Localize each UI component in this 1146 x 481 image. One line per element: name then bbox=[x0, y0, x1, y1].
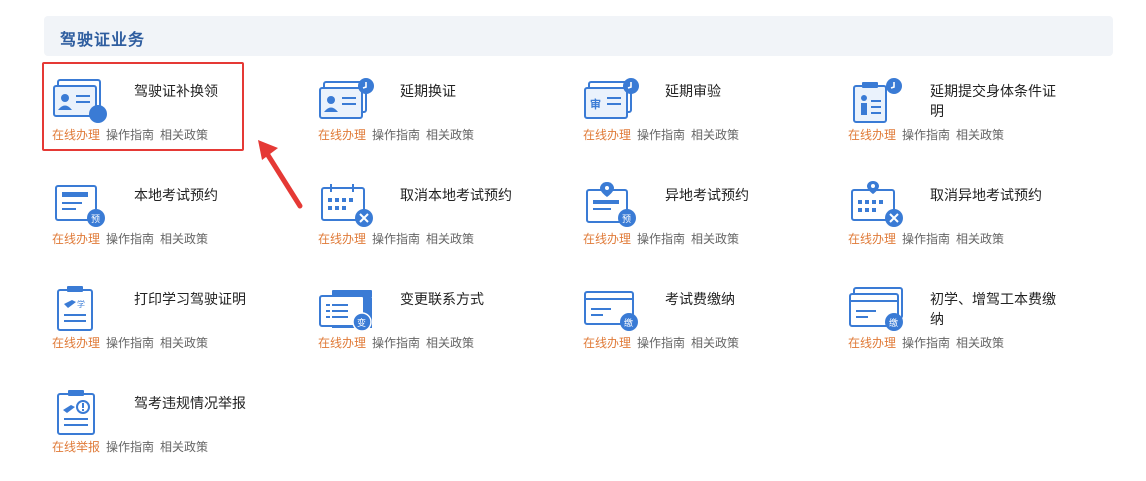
svg-text:预: 预 bbox=[91, 214, 100, 225]
service-links: 在线办理 操作指南 相关政策 bbox=[583, 126, 745, 143]
service-links: 在线办理 操作指南 相关政策 bbox=[583, 230, 745, 247]
policy-link[interactable]: 相关政策 bbox=[426, 128, 474, 142]
service-links: 在线办理 操作指南 相关政策 bbox=[848, 334, 1010, 351]
service-card-cancel-remote-exam[interactable]: 取消异地考试预约 在线办理 操作指南 相关政策 bbox=[840, 166, 1060, 256]
service-card-extend-health-proof[interactable]: 延期提交身体条件证明 在线办理 操作指南 相关政策 bbox=[840, 62, 1060, 152]
guide-link[interactable]: 操作指南 bbox=[902, 336, 950, 350]
policy-link[interactable]: 相关政策 bbox=[160, 232, 208, 246]
service-links: 在线办理 操作指南 相关政策 bbox=[848, 126, 1010, 143]
online-handle-link[interactable]: 在线办理 bbox=[848, 336, 896, 350]
online-handle-link[interactable]: 在线办理 bbox=[318, 336, 366, 350]
svg-text:学: 学 bbox=[77, 299, 85, 309]
service-card-change-contact[interactable]: 变 变更联系方式 在线办理 操作指南 相关政策 bbox=[310, 270, 530, 360]
online-handle-link[interactable]: 在线办理 bbox=[848, 232, 896, 246]
service-card-cost-fee[interactable]: 缴 初学、增驾工本费缴纳 在线办理 操作指南 相关政策 bbox=[840, 270, 1060, 360]
online-handle-link[interactable]: 在线办理 bbox=[318, 232, 366, 246]
guide-link[interactable]: 操作指南 bbox=[106, 232, 154, 246]
exam-booking-icon: 预 bbox=[52, 180, 108, 228]
violation-report-icon bbox=[52, 388, 108, 436]
guide-link[interactable]: 操作指南 bbox=[372, 232, 420, 246]
service-links: 在线办理 操作指南 相关政策 bbox=[52, 334, 214, 351]
contact-change-icon: 变 bbox=[318, 284, 374, 332]
highlight-box bbox=[42, 62, 244, 151]
calendar-cancel-icon bbox=[318, 180, 374, 228]
service-links: 在线办理 操作指南 相关政策 bbox=[318, 334, 480, 351]
svg-text:预: 预 bbox=[622, 214, 631, 225]
guide-link[interactable]: 操作指南 bbox=[372, 128, 420, 142]
guide-link[interactable]: 操作指南 bbox=[902, 232, 950, 246]
policy-link[interactable]: 相关政策 bbox=[160, 336, 208, 350]
service-links: 在线办理 操作指南 相关政策 bbox=[318, 126, 480, 143]
service-links: 在线办理 操作指南 相关政策 bbox=[52, 230, 214, 247]
svg-text:审: 审 bbox=[590, 97, 601, 111]
service-title: 取消异地考试预约 bbox=[930, 188, 1042, 204]
service-title: 延期换证 bbox=[400, 84, 456, 100]
service-title: 本地考试预约 bbox=[134, 188, 218, 204]
guide-link[interactable]: 操作指南 bbox=[902, 128, 950, 142]
svg-text:变: 变 bbox=[357, 317, 366, 329]
service-links: 在线办理 操作指南 相关政策 bbox=[318, 230, 480, 247]
service-title: 延期审验 bbox=[665, 84, 721, 100]
service-card-extend-review[interactable]: 审 延期审验 在线办理 操作指南 相关政策 bbox=[575, 62, 795, 152]
person-clipboard-clock-icon bbox=[848, 76, 904, 124]
service-title: 异地考试预约 bbox=[665, 188, 749, 204]
policy-link[interactable]: 相关政策 bbox=[691, 128, 739, 142]
service-card-violation-report[interactable]: 驾考违规情况举报 在线举报 操作指南 相关政策 bbox=[44, 374, 264, 464]
service-links: 在线办理 操作指南 相关政策 bbox=[848, 230, 1010, 247]
service-links: 在线办理 操作指南 相关政策 bbox=[583, 334, 745, 351]
location-booking-icon: 预 bbox=[583, 180, 639, 228]
online-handle-link[interactable]: 在线办理 bbox=[848, 128, 896, 142]
online-handle-link[interactable]: 在线办理 bbox=[583, 336, 631, 350]
policy-link[interactable]: 相关政策 bbox=[691, 232, 739, 246]
guide-link[interactable]: 操作指南 bbox=[637, 336, 685, 350]
service-title: 打印学习驾驶证明 bbox=[134, 292, 246, 308]
guide-link[interactable]: 操作指南 bbox=[637, 128, 685, 142]
policy-link[interactable]: 相关政策 bbox=[956, 232, 1004, 246]
section-title: 驾驶证业务 bbox=[60, 30, 146, 49]
guide-link[interactable]: 操作指南 bbox=[372, 336, 420, 350]
policy-link[interactable]: 相关政策 bbox=[426, 232, 474, 246]
online-report-link[interactable]: 在线举报 bbox=[52, 440, 100, 454]
annotation-arrow-icon bbox=[258, 140, 303, 209]
service-card-local-exam-booking[interactable]: 预 本地考试预约 在线办理 操作指南 相关政策 bbox=[44, 166, 264, 256]
policy-link[interactable]: 相关政策 bbox=[426, 336, 474, 350]
policy-link[interactable]: 相关政策 bbox=[956, 336, 1004, 350]
service-card-cancel-local-exam[interactable]: 取消本地考试预约 在线办理 操作指南 相关政策 bbox=[310, 166, 530, 256]
policy-link[interactable]: 相关政策 bbox=[956, 128, 1004, 142]
exam-fee-icon: 缴 bbox=[583, 284, 639, 332]
review-card-clock-icon: 审 bbox=[583, 76, 639, 124]
service-title: 取消本地考试预约 bbox=[400, 188, 512, 204]
service-title: 驾考违规情况举报 bbox=[134, 396, 246, 412]
online-handle-link[interactable]: 在线办理 bbox=[318, 128, 366, 142]
online-handle-link[interactable]: 在线办理 bbox=[583, 232, 631, 246]
policy-link[interactable]: 相关政策 bbox=[160, 440, 208, 454]
guide-link[interactable]: 操作指南 bbox=[106, 336, 154, 350]
service-card-print-learner-proof[interactable]: 学 打印学习驾驶证明 在线办理 操作指南 相关政策 bbox=[44, 270, 264, 360]
license-clock-icon bbox=[318, 76, 374, 124]
service-title: 延期提交身体条件证明 bbox=[930, 84, 1056, 120]
service-card-remote-exam-booking[interactable]: 预 异地考试预约 在线办理 操作指南 相关政策 bbox=[575, 166, 795, 256]
service-title: 变更联系方式 bbox=[400, 292, 484, 308]
online-handle-link[interactable]: 在线办理 bbox=[583, 128, 631, 142]
location-calendar-cancel-icon bbox=[848, 180, 904, 228]
service-title: 考试费缴纳 bbox=[665, 292, 735, 308]
learner-clipboard-icon: 学 bbox=[52, 284, 108, 332]
svg-text:缴: 缴 bbox=[624, 317, 633, 329]
svg-text:缴: 缴 bbox=[889, 317, 898, 329]
online-handle-link[interactable]: 在线办理 bbox=[52, 232, 100, 246]
guide-link[interactable]: 操作指南 bbox=[106, 440, 154, 454]
service-title: 初学、增驾工本费缴纳 bbox=[930, 292, 1056, 328]
policy-link[interactable]: 相关政策 bbox=[691, 336, 739, 350]
online-handle-link[interactable]: 在线办理 bbox=[52, 336, 100, 350]
section-header: 驾驶证业务 bbox=[44, 16, 1113, 56]
service-card-exam-fee[interactable]: 缴 考试费缴纳 在线办理 操作指南 相关政策 bbox=[575, 270, 795, 360]
cost-fee-icon: 缴 bbox=[848, 284, 904, 332]
guide-link[interactable]: 操作指南 bbox=[637, 232, 685, 246]
service-links: 在线举报 操作指南 相关政策 bbox=[52, 438, 214, 455]
service-card-extend-renewal[interactable]: 延期换证 在线办理 操作指南 相关政策 bbox=[310, 62, 530, 152]
